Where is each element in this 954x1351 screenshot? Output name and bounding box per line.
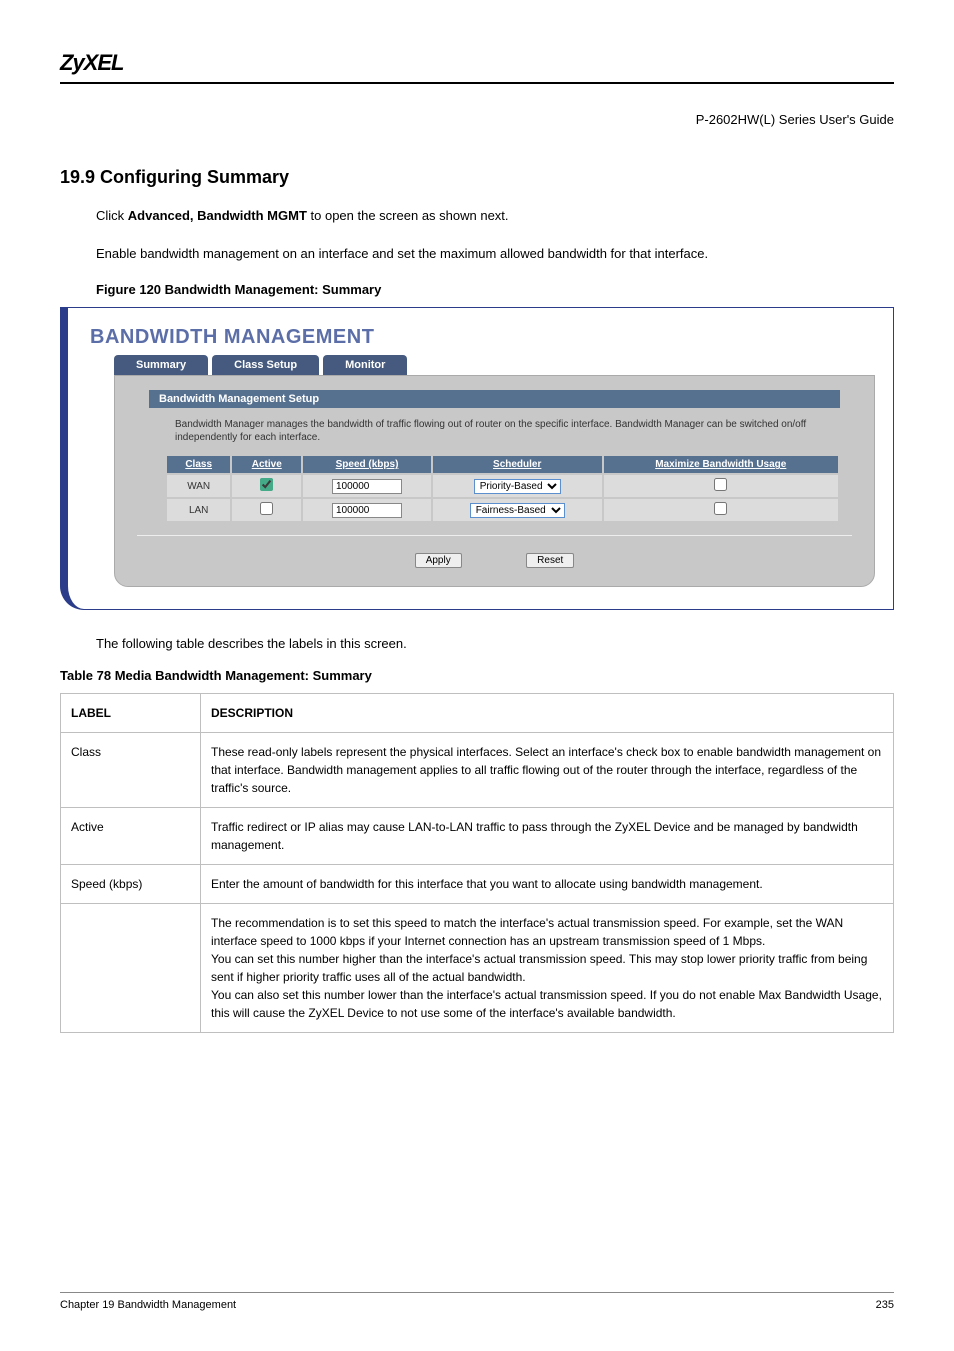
col-speed: Speed (kbps) — [303, 456, 431, 473]
col-scheduler: Scheduler — [433, 456, 602, 473]
description-table: LABEL DESCRIPTION Class These read-only … — [60, 693, 894, 1033]
cell-class: LAN — [167, 499, 230, 521]
reset-button[interactable]: Reset — [526, 553, 574, 568]
col-class: Class — [167, 456, 230, 473]
desc-label — [61, 904, 201, 1033]
p1-pre: Click — [96, 208, 128, 223]
desc-label: Speed (kbps) — [61, 865, 201, 904]
table-caption-text: Media Bandwidth Management: Summary — [115, 668, 372, 683]
speed-input-lan[interactable] — [332, 503, 402, 518]
desc-head-label: LABEL — [61, 694, 201, 733]
bwm-table: Class Active Speed (kbps) Scheduler Maxi… — [165, 454, 840, 523]
max-checkbox-lan[interactable] — [714, 502, 727, 515]
tab-summary[interactable]: Summary — [114, 355, 208, 375]
doc-title: P-2602HW(L) Series User's Guide — [60, 112, 894, 127]
footer-page-number: 235 — [876, 1299, 894, 1311]
tab-class-setup[interactable]: Class Setup — [212, 355, 319, 375]
desc-text: Enter the amount of bandwidth for this i… — [201, 865, 894, 904]
desc-text: The recommendation is to set this speed … — [201, 904, 894, 1033]
scheduler-select-lan[interactable]: Fairness-Based — [470, 503, 565, 518]
active-checkbox-wan[interactable] — [260, 478, 273, 491]
paragraph-2: Enable bandwidth management on an interf… — [96, 244, 894, 264]
figure-caption-num: Figure 120 — [96, 282, 165, 297]
max-checkbox-wan[interactable] — [714, 478, 727, 491]
desc-head-desc: DESCRIPTION — [201, 694, 894, 733]
desc-text: Traffic redirect or IP alias may cause L… — [201, 808, 894, 865]
brand-logo: ZyXEL — [60, 50, 123, 75]
page-footer: Chapter 19 Bandwidth Management 235 — [60, 1292, 894, 1311]
col-active: Active — [232, 456, 301, 473]
col-max: Maximize Bandwidth Usage — [604, 456, 838, 473]
p1-bold: Advanced, Bandwidth MGMT — [128, 208, 307, 223]
desc-label: Active — [61, 808, 201, 865]
p1-mid: to open the screen as shown next. — [307, 208, 509, 223]
panel-header: Bandwidth Management Setup — [149, 390, 840, 408]
footer-chapter: Chapter 19 Bandwidth Management — [60, 1299, 236, 1311]
cell-class: WAN — [167, 475, 230, 497]
scheduler-select-wan[interactable]: Priority-Based — [474, 479, 561, 494]
figure-caption-text: Bandwidth Management: Summary — [165, 282, 382, 297]
speed-input-wan[interactable] — [332, 479, 402, 494]
panel-description: Bandwidth Manager manages the bandwidth … — [175, 418, 840, 444]
desc-text: These read-only labels represent the phy… — [201, 733, 894, 808]
desc-label: Class — [61, 733, 201, 808]
table-row: LAN Fairness-Based — [167, 499, 838, 521]
table-row: WAN Priority-Based — [167, 475, 838, 497]
active-checkbox-lan[interactable] — [260, 502, 273, 515]
section-heading: 19.9 Configuring Summary — [60, 167, 894, 188]
screenshot-panel: BANDWIDTH MANAGEMENT Summary Class Setup… — [60, 307, 894, 610]
table-caption-num: Table 78 — [60, 668, 115, 683]
table-intro: The following table describes the labels… — [96, 634, 894, 654]
tab-monitor[interactable]: Monitor — [323, 355, 407, 375]
paragraph-1: Click Advanced, Bandwidth MGMT to open t… — [96, 206, 894, 226]
apply-button[interactable]: Apply — [415, 553, 462, 568]
page-title: BANDWIDTH MANAGEMENT — [90, 326, 875, 349]
